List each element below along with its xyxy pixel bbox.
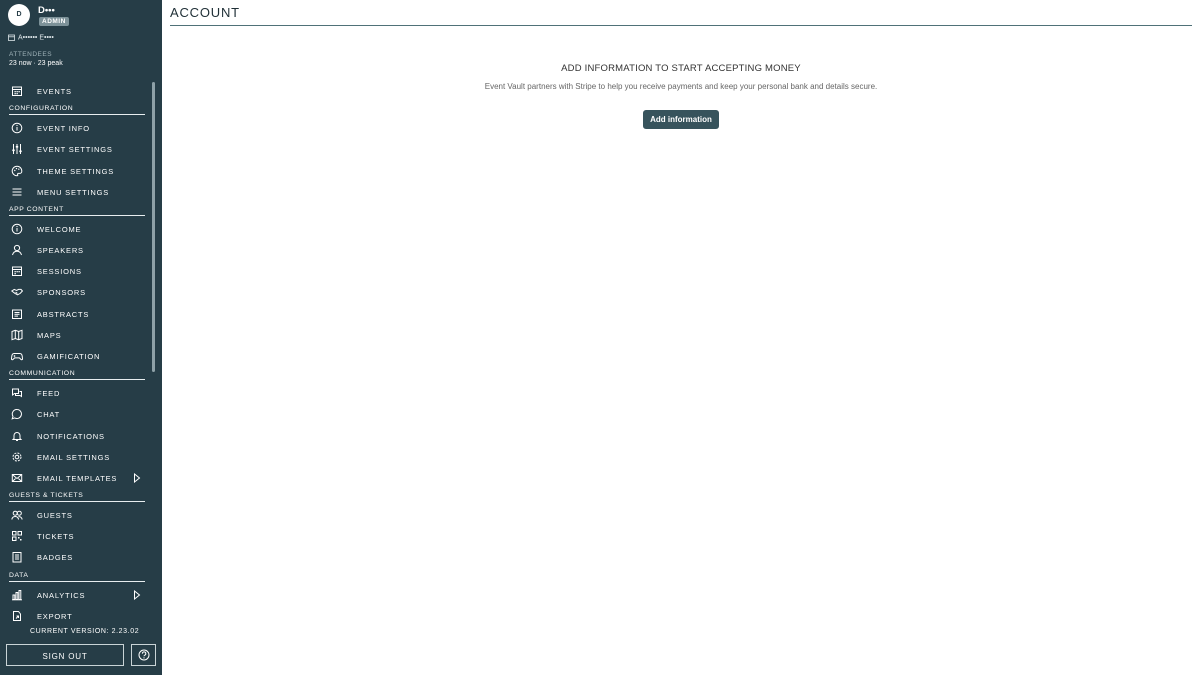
sidebar-item-label: SESSIONS [37, 267, 82, 276]
gear-icon [12, 452, 22, 462]
chat-bubbles-icon [12, 388, 22, 398]
section-data: DATA [9, 572, 145, 582]
sidebar-item-label: EVENTS [37, 87, 72, 96]
sidebar-item-label: EMAIL TEMPLATES [37, 474, 118, 483]
sidebar-item-event-settings[interactable]: EVENT SETTINGS [0, 140, 150, 158]
qr-code-icon [12, 531, 22, 541]
info-icon [11, 122, 23, 134]
sidebar-item-label: THEME SETTINGS [37, 167, 115, 176]
sidebar-item-label: CHAT [37, 410, 61, 419]
avatar: D [8, 4, 30, 26]
calendar-icon [12, 266, 22, 276]
calendar-icon [12, 86, 22, 96]
sidebar-item-feed[interactable]: FEED [0, 384, 150, 402]
sidebar-item-label: EVENT SETTINGS [37, 145, 113, 154]
sidebar-item-badges[interactable]: BADGES [0, 548, 150, 566]
palette-icon [11, 165, 23, 177]
sidebar-item-label: GAMIFICATION [37, 352, 101, 361]
payments-heading: ADD INFORMATION TO START ACCEPTING MONEY [561, 63, 801, 74]
handshake-icon [11, 288, 23, 296]
sidebar-item-analytics[interactable]: ANALYTICS [0, 586, 150, 604]
sidebar-item-label: EXPORT [37, 612, 73, 621]
sidebar-item-label: MENU SETTINGS [37, 188, 110, 197]
sidebar-item-label: BADGES [37, 553, 74, 562]
section-configuration: CONFIGURATION [9, 105, 145, 115]
sidebar-item-email-settings[interactable]: EMAIL SETTINGS [0, 448, 150, 466]
sidebar-item-label: NOTIFICATIONS [37, 432, 105, 441]
info-icon [11, 223, 23, 235]
sidebar-item-label: ANALYTICS [37, 591, 86, 600]
section-guests-tickets: GUESTS & TICKETS [9, 492, 145, 502]
sidebar-item-event-info[interactable]: EVENT INFO [0, 119, 150, 137]
chevron-right-icon[interactable] [133, 473, 141, 483]
sidebar-item-abstracts[interactable]: ABSTRACTS [0, 305, 150, 323]
help-icon [138, 649, 150, 661]
sidebar-item-label: ABSTRACTS [37, 310, 90, 319]
sidebar-item-label: FEED [37, 389, 61, 398]
sidebar-item-notifications[interactable]: NOTIFICATIONS [0, 427, 150, 445]
sidebar-item-export[interactable]: EXPORT [0, 607, 150, 625]
sidebar-item-label: SPEAKERS [37, 246, 84, 255]
section-communication: COMMUNICATION [9, 370, 145, 380]
version-label: CURRENT VERSION: 2.23.02 [30, 628, 140, 635]
sidebar-item-label: GUESTS [37, 511, 73, 520]
title-divider [170, 25, 1192, 26]
attendees-count: 23 now · 23 peak [9, 60, 63, 67]
menu-icon [12, 188, 22, 196]
document-icon [12, 309, 22, 319]
gamepad-icon [11, 353, 23, 361]
organization[interactable]: A•••••• E•••• [8, 34, 54, 41]
sidebar-item-label: WELCOME [37, 225, 82, 234]
sidebar-item-label: TICKETS [37, 532, 75, 541]
sidebar-item-speakers[interactable]: SPEAKERS [0, 241, 150, 259]
user-name: D••• [38, 5, 55, 16]
sidebar: D D••• ADMIN A•••••• E•••• ATTENDEES 23 … [0, 0, 162, 675]
sidebar-item-gamification[interactable]: GAMIFICATION [0, 347, 150, 365]
people-icon [11, 510, 23, 520]
role-badge: ADMIN [39, 17, 69, 26]
sidebar-scrollbar[interactable] [152, 82, 155, 372]
sidebar-item-sponsors[interactable]: SPONSORS [0, 283, 150, 301]
bar-chart-icon [12, 590, 22, 601]
add-information-button[interactable]: Add information [643, 110, 719, 129]
envelope-icon [11, 474, 23, 482]
sliders-icon [12, 144, 22, 154]
sidebar-item-label: SPONSORS [37, 288, 86, 297]
map-icon [11, 329, 23, 341]
sidebar-item-label: EMAIL SETTINGS [37, 453, 111, 462]
bell-icon [11, 432, 23, 441]
calendar-icon [8, 34, 15, 41]
sidebar-item-menu-settings[interactable]: MENU SETTINGS [0, 183, 150, 201]
attendees-label: ATTENDEES [9, 51, 53, 58]
sidebar-item-chat[interactable]: CHAT [0, 405, 150, 423]
sign-out-button[interactable]: SIGN OUT [6, 644, 124, 666]
organization-name: A•••••• E•••• [18, 34, 54, 42]
sidebar-item-welcome[interactable]: WELCOME [0, 220, 150, 238]
export-icon [13, 611, 21, 621]
person-icon [12, 244, 22, 256]
page-title: ACCOUNT [170, 5, 240, 20]
sidebar-item-email-templates[interactable]: EMAIL TEMPLATES [0, 469, 150, 487]
help-button[interactable] [131, 644, 156, 666]
section-app-content: APP CONTENT [9, 206, 145, 216]
chevron-right-icon[interactable] [133, 590, 141, 600]
sidebar-item-guests[interactable]: GUESTS [0, 506, 150, 524]
sidebar-item-label: MAPS [37, 331, 62, 340]
sidebar-item-tickets[interactable]: TICKETS [0, 527, 150, 545]
sidebar-item-maps[interactable]: MAPS [0, 326, 150, 344]
sidebar-menu: EVENTS CONFIGURATION EVENT INFO EVENT SE… [0, 82, 150, 626]
sidebar-item-theme-settings[interactable]: THEME SETTINGS [0, 162, 150, 180]
sidebar-item-label: EVENT INFO [37, 124, 90, 133]
badge-icon [12, 552, 22, 563]
sidebar-item-sessions[interactable]: SESSIONS [0, 262, 150, 280]
sidebar-item-events[interactable]: EVENTS [0, 82, 150, 100]
chat-bubble-icon [11, 409, 22, 420]
payments-description: Event Vault partners with Stripe to help… [484, 82, 878, 91]
